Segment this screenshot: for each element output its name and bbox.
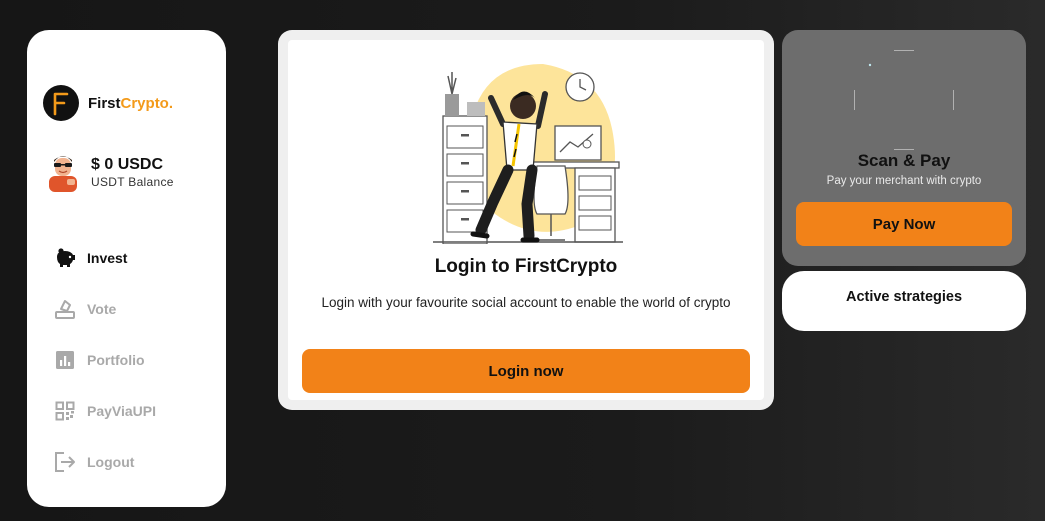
vote-icon: [54, 298, 76, 320]
login-card-inner: Login to FirstCrypto Login with your fav…: [288, 40, 764, 400]
sidebar-item-logout[interactable]: Logout: [54, 451, 156, 473]
qr-code-icon: [54, 400, 76, 422]
chart-bar-icon: [54, 349, 76, 371]
sidebar-item-invest[interactable]: Invest: [54, 247, 156, 269]
brand-name: FirstCrypto.: [88, 95, 173, 112]
login-title: Login to FirstCrypto: [434, 256, 618, 277]
sidebar-item-label: Invest: [87, 250, 128, 266]
avatar: [49, 156, 77, 192]
brand-name-main: First: [88, 94, 121, 112]
brand-logo: [43, 85, 79, 121]
sidebar-item-portfolio[interactable]: Portfolio: [54, 349, 156, 371]
piggy-bank-icon: [54, 247, 76, 269]
qr-scanner-icon: [854, 50, 954, 150]
brand-name-accent: Crypto.: [120, 94, 174, 112]
sidebar-item-label: PayViaUPI: [87, 403, 157, 419]
logout-icon: [54, 451, 76, 473]
sidebar-item-vote[interactable]: Vote: [54, 298, 156, 320]
sidebar-item-label: Portfolio: [87, 352, 145, 368]
scan-pay-title: Scan & Pay: [857, 151, 951, 170]
login-description: Login with your favourite social account…: [321, 295, 731, 310]
scan-pay-card: Scan & Pay Pay your merchant with crypto…: [782, 30, 1026, 266]
sidebar-nav: Invest Vote Portfolio PayViaUPI Logout: [54, 247, 156, 502]
login-card: Login to FirstCrypto Login with your fav…: [278, 30, 774, 410]
balance-amount: $ 0 USDC: [91, 155, 164, 173]
scan-pay-subtitle: Pay your merchant with crypto: [826, 175, 982, 187]
active-strategies-card[interactable]: Active strategies: [782, 271, 1026, 331]
sidebar: FirstCrypto. $ 0 USDC USDT Balance Inves…: [27, 30, 226, 507]
login-now-button[interactable]: Login now: [302, 349, 750, 393]
celebration-illustration: [433, 64, 623, 244]
sidebar-item-label: Logout: [87, 454, 135, 470]
pay-now-button[interactable]: Pay Now: [796, 202, 1012, 246]
active-strategies-title: Active strategies: [845, 289, 963, 305]
wallet-summary: $ 0 USDC USDT Balance: [45, 152, 174, 192]
sidebar-item-label: Vote: [87, 301, 117, 317]
balance-label: USDT Balance: [91, 174, 174, 189]
sidebar-item-payviaupi[interactable]: PayViaUPI: [54, 400, 156, 422]
brand[interactable]: FirstCrypto.: [43, 85, 173, 121]
